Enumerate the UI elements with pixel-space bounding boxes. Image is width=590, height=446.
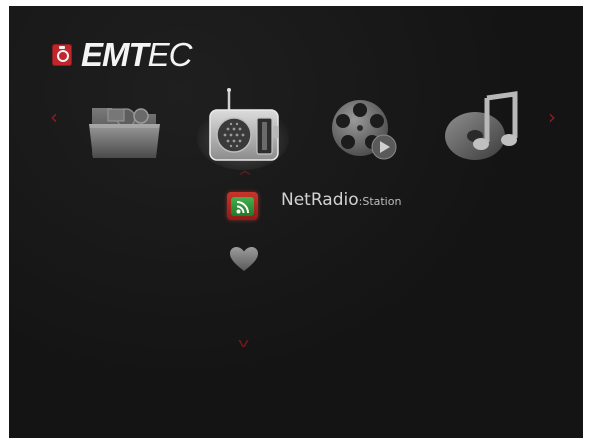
film-reel-icon: [332, 100, 397, 160]
category-movie[interactable]: [326, 94, 406, 164]
rss-icon-bg: [231, 197, 254, 216]
submenu-item-label: NetRadio:Station: [281, 190, 401, 210]
music-note-disc-icon: [445, 91, 518, 160]
category-folder[interactable]: [86, 94, 166, 164]
media-player-screen: EMTEC ‹ › ^ NetRadio:Station v: [9, 6, 583, 438]
category-radio[interactable]: [196, 86, 291, 171]
rss-icon: [236, 201, 249, 214]
logo-text-light: EC: [147, 36, 193, 73]
submenu-down-arrow[interactable]: v: [238, 336, 249, 350]
logo-text: EMTEC: [81, 36, 193, 74]
submenu-label-suffix: :Station: [358, 195, 402, 208]
category-music[interactable]: [441, 90, 521, 165]
heart-icon: [230, 247, 258, 271]
submenu-item-station[interactable]: [227, 192, 258, 220]
emtec-badge-icon: [52, 44, 72, 66]
emtec-logo: EMTEC: [52, 36, 193, 74]
logo-text-bold: EMT: [81, 36, 149, 73]
carousel-next-arrow[interactable]: ›: [548, 107, 556, 127]
submenu-label-main: NetRadio: [281, 190, 359, 210]
radio-icon: [197, 88, 289, 170]
carousel-prev-arrow[interactable]: ‹: [50, 107, 58, 127]
folder-icon: [89, 108, 160, 158]
submenu-item-favorites[interactable]: [227, 244, 261, 274]
submenu-up-arrow[interactable]: ^: [237, 169, 253, 183]
